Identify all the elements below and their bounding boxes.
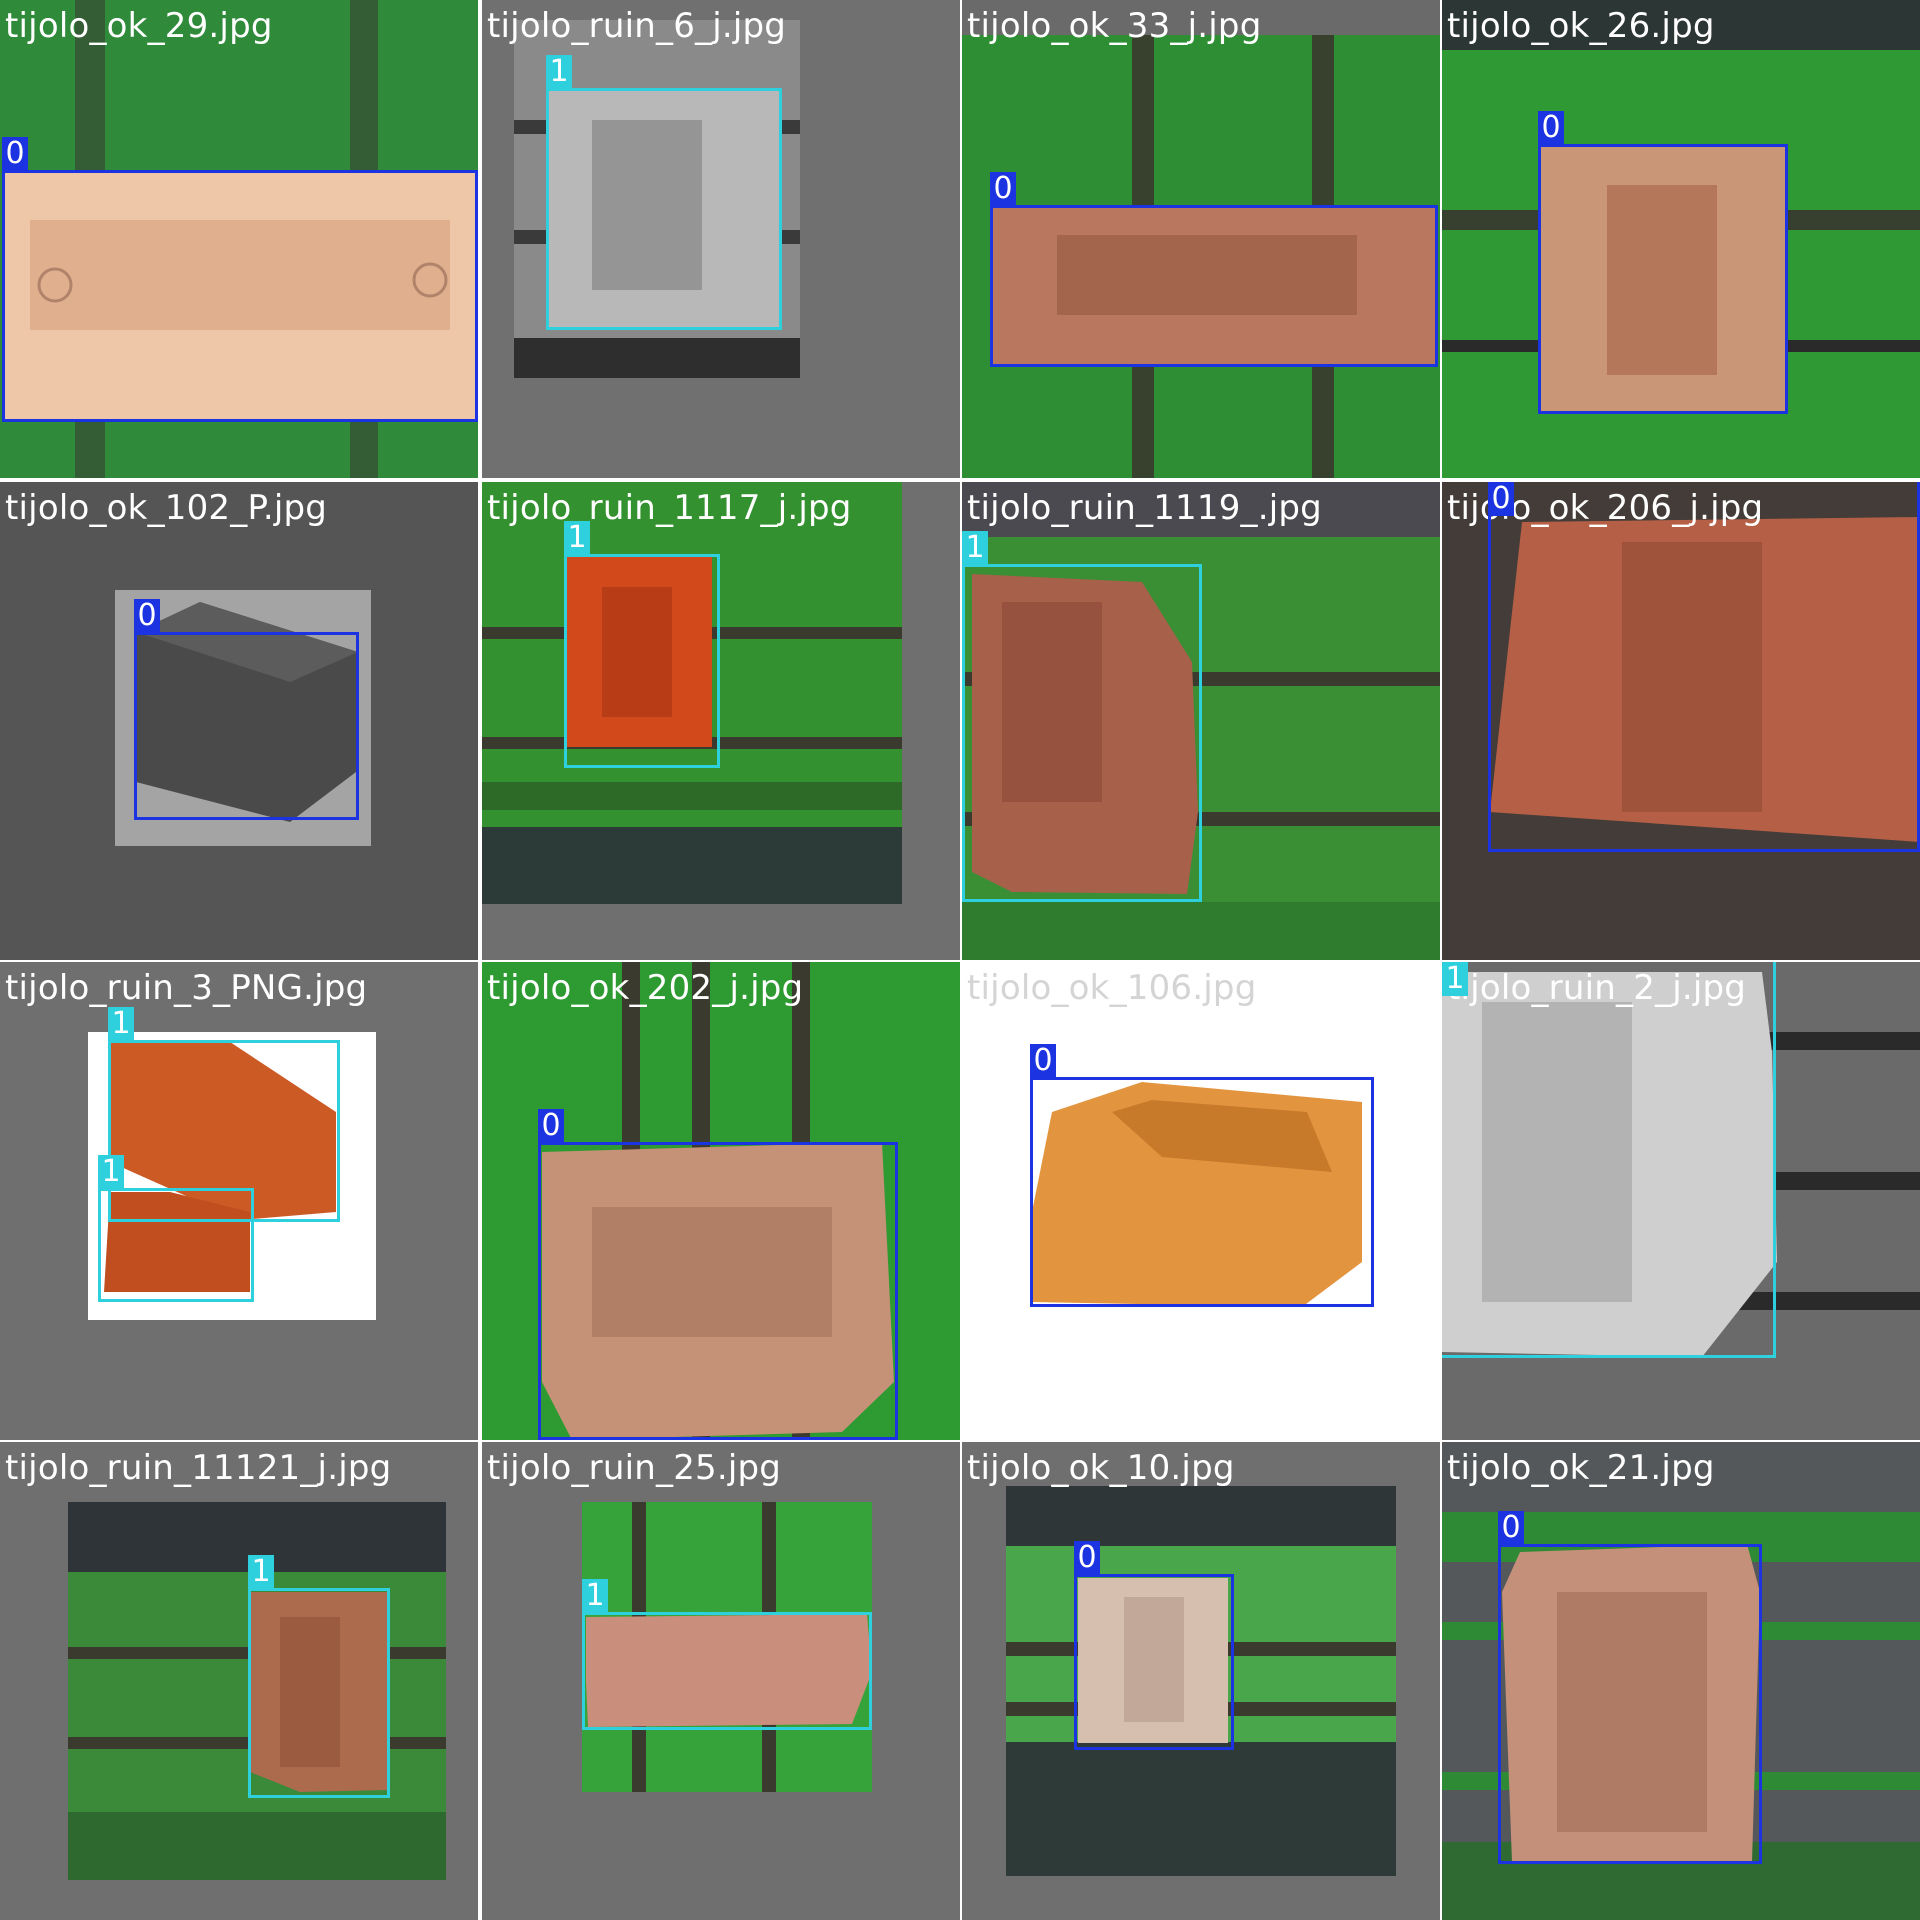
image-filename: tijolo_ok_26.jpg	[1447, 6, 1715, 46]
tile-tijolo-ruin-6-j: tijolo_ruin_6_j.jpg 1	[482, 0, 960, 478]
bounding-box: 0	[538, 1109, 898, 1440]
class-label: 0	[1074, 1541, 1100, 1575]
class-label: 1	[1442, 962, 1468, 996]
tile-tijolo-ruin-11121-j: tijolo_ruin_11121_j.jpg 1	[0, 1442, 478, 1920]
bounding-box: 0	[1488, 482, 1920, 852]
class-label: 0	[538, 1109, 564, 1143]
class-label: 0	[1538, 111, 1564, 145]
bounding-box: 0	[134, 599, 359, 820]
brick-photo	[0, 1442, 478, 1920]
class-label: 0	[1498, 1511, 1524, 1545]
image-filename: tijolo_ok_106.jpg	[967, 968, 1257, 1008]
bounding-box: 0	[1074, 1541, 1234, 1750]
brick-photo	[482, 482, 960, 960]
tile-tijolo-ruin-25: tijolo_ruin_25.jpg 1	[482, 1442, 960, 1920]
tile-tijolo-ok-102-p: tijolo_ok_102_P.jpg 0	[0, 482, 478, 960]
tile-tijolo-ok-26: tijolo_ok_26.jpg 0	[1442, 0, 1920, 478]
class-label: 1	[546, 55, 572, 89]
bounding-box: 0	[1538, 111, 1788, 414]
class-label: 1	[582, 1579, 608, 1613]
image-filename: tijolo_ruin_1117_j.jpg	[487, 488, 852, 528]
tile-tijolo-ruin-1117-j: tijolo_ruin_1117_j.jpg 1	[482, 482, 960, 960]
tile-tijolo-ok-33-j: tijolo_ok_33_j.jpg 0	[962, 0, 1440, 478]
image-filename: tijolo_ok_21.jpg	[1447, 1448, 1715, 1488]
class-label: 0	[2, 137, 28, 171]
image-filename: tijolo_ok_33_j.jpg	[967, 6, 1262, 46]
class-label: 1	[98, 1155, 124, 1189]
bounding-box: 1	[248, 1555, 390, 1798]
bounding-box: 1	[564, 521, 720, 768]
bounding-box: 1	[962, 531, 1202, 902]
image-filename: tijolo_ok_10.jpg	[967, 1448, 1235, 1488]
bounding-box: 0	[990, 172, 1438, 367]
image-filename: tijolo_ruin_1119_.jpg	[967, 488, 1322, 528]
tile-tijolo-ruin-2-j: tijolo_ruin_2_j.jpg 1	[1442, 962, 1920, 1440]
bounding-box: 1	[1442, 962, 1776, 1358]
image-filename: tijolo_ruin_3_PNG.jpg	[5, 968, 368, 1008]
class-label: 1	[564, 521, 590, 555]
class-label: 0	[990, 172, 1016, 206]
tile-tijolo-ruin-1119: tijolo_ruin_1119_.jpg 1	[962, 482, 1440, 960]
class-label: 1	[248, 1555, 274, 1589]
class-label: 0	[1030, 1044, 1056, 1078]
image-grid: tijolo_ok_29.jpg 0 tijolo_ruin_6_j.jpg 1	[0, 0, 1920, 1920]
tile-tijolo-ok-21: tijolo_ok_21.jpg 0	[1442, 1442, 1920, 1920]
bounding-box: 1	[582, 1579, 872, 1730]
image-filename: tijolo_ruin_6_j.jpg	[487, 6, 787, 46]
tile-tijolo-ok-202-j: tijolo_ok_202_j.jpg 0	[482, 962, 960, 1440]
bounding-box: 0	[2, 137, 478, 422]
class-label: 1	[962, 531, 988, 565]
class-label: 0	[1488, 482, 1514, 516]
image-filename: tijolo_ok_29.jpg	[5, 6, 273, 46]
tile-tijolo-ruin-3-png: tijolo_ruin_3_PNG.jpg 1 1	[0, 962, 478, 1440]
tile-tijolo-ok-106: tijolo_ok_106.jpg 0	[962, 962, 1440, 1440]
image-filename: tijolo_ok_102_P.jpg	[5, 488, 328, 528]
bounding-box: 0	[1030, 1044, 1374, 1307]
class-label: 0	[134, 599, 160, 633]
tile-tijolo-ok-29: tijolo_ok_29.jpg 0	[0, 0, 478, 478]
class-label: 1	[108, 1007, 134, 1041]
bounding-box: 0	[1498, 1511, 1762, 1864]
bounding-box: 1	[98, 1155, 254, 1302]
image-filename: tijolo_ok_202_j.jpg	[487, 968, 804, 1008]
image-filename: tijolo_ruin_25.jpg	[487, 1448, 782, 1488]
image-filename: tijolo_ruin_11121_j.jpg	[5, 1448, 392, 1488]
tile-tijolo-ok-206-j: tijolo_ok_206_j.jpg 0	[1442, 482, 1920, 960]
tile-tijolo-ok-10: tijolo_ok_10.jpg 0	[962, 1442, 1440, 1920]
bounding-box: 1	[546, 55, 782, 330]
